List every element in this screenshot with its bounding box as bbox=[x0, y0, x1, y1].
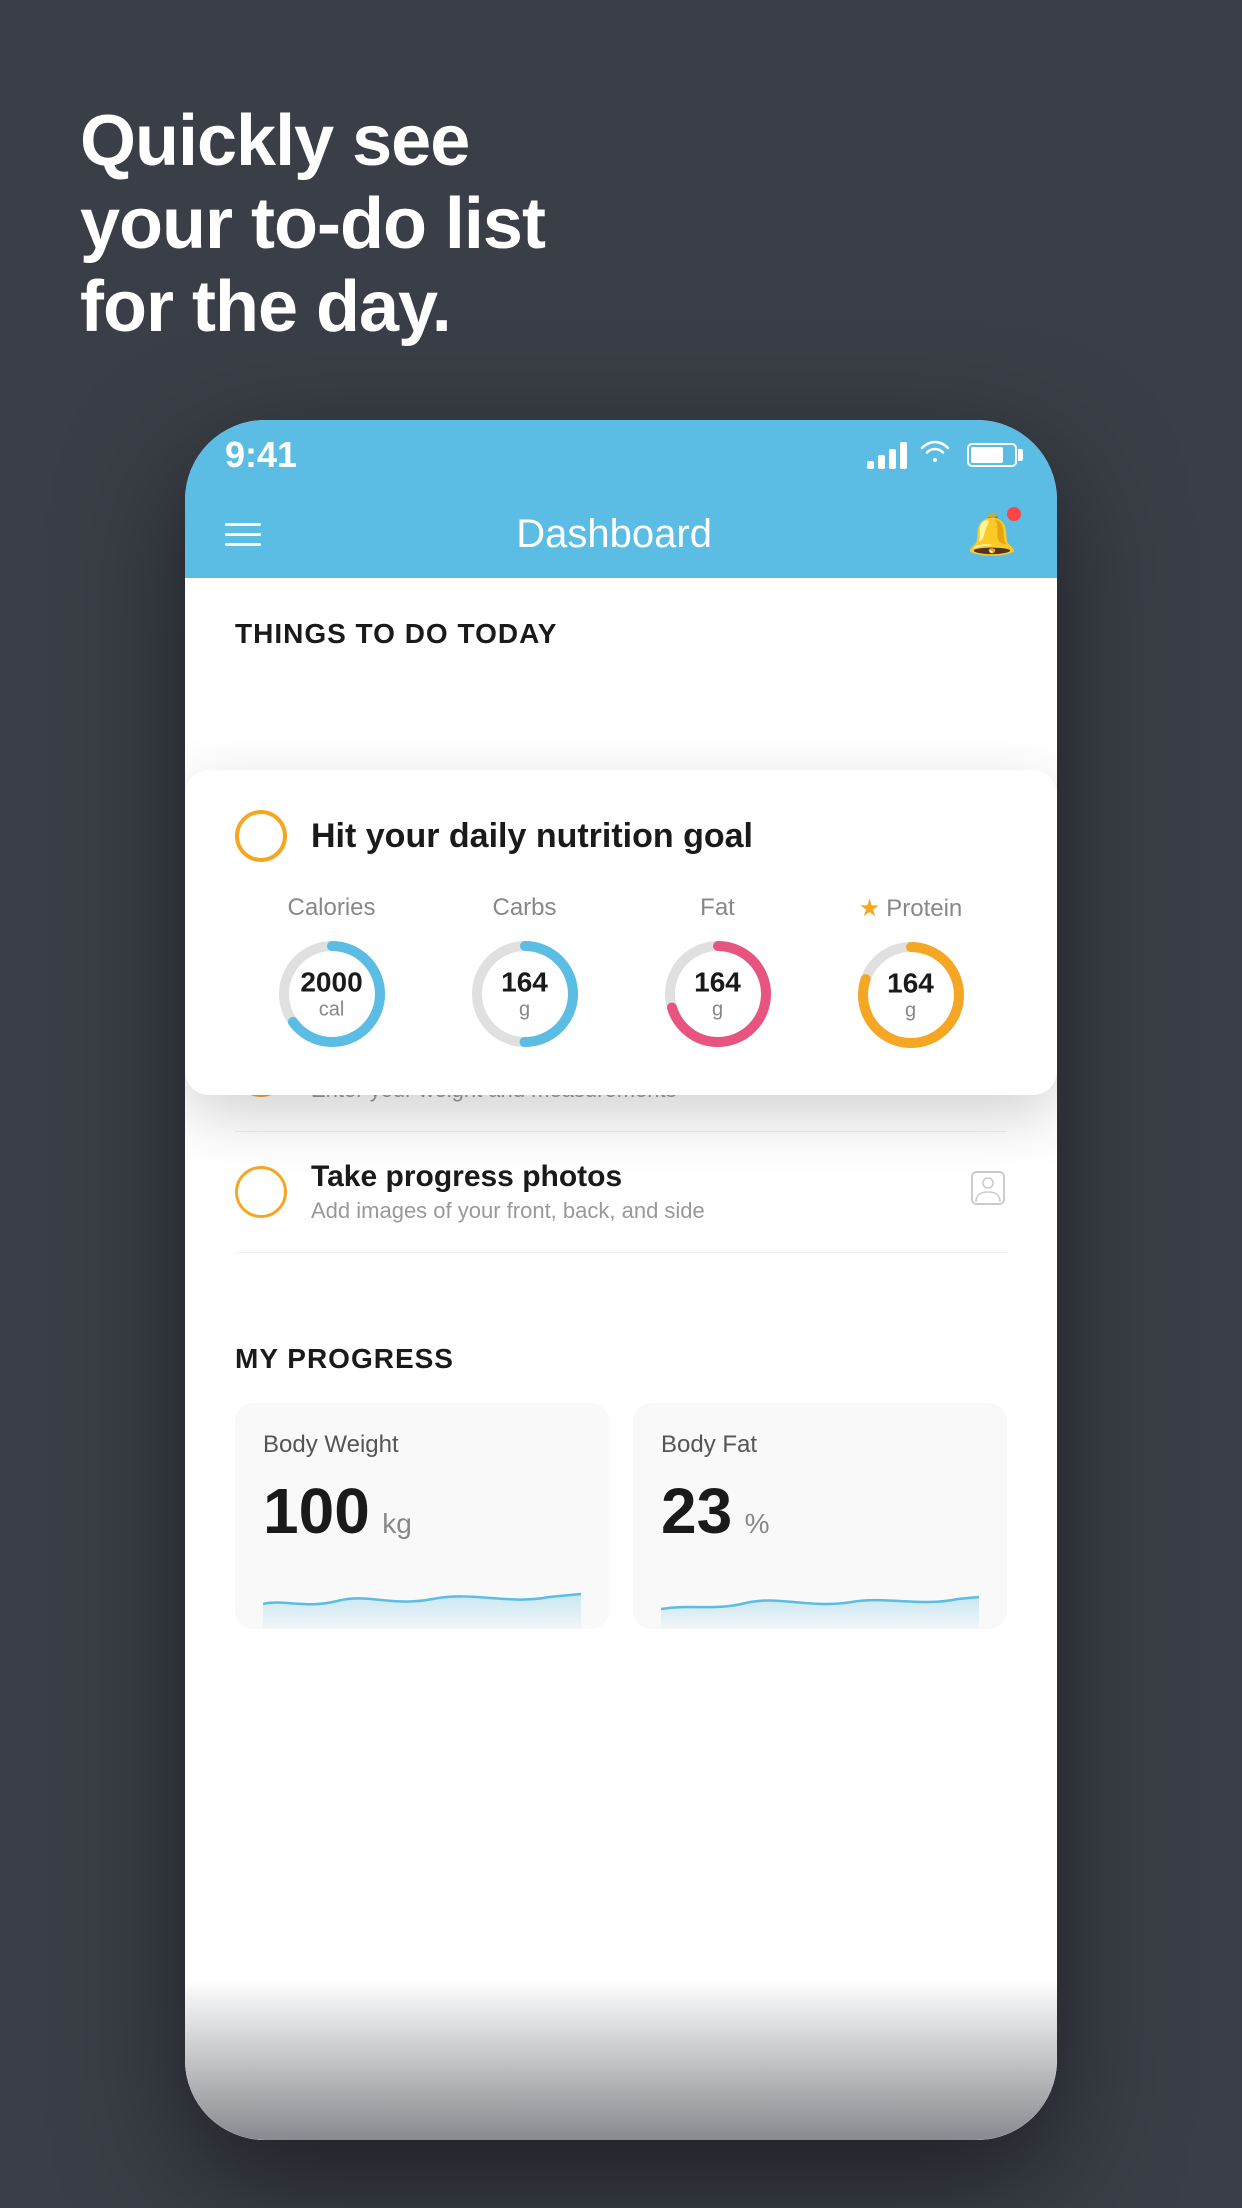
status-bar: 9:41 bbox=[185, 420, 1057, 490]
body-fat-value-row: 23 % bbox=[661, 1479, 979, 1543]
progress-card-weight[interactable]: Body Weight 100 kg bbox=[235, 1403, 609, 1629]
task-title-photos: Take progress photos bbox=[311, 1160, 953, 1194]
protein-label: ★ Protein bbox=[859, 894, 963, 923]
nutrition-metrics: Calories 2000 cal bbox=[235, 894, 1007, 1055]
fat-unit: g bbox=[694, 998, 741, 1020]
protein-value: 164 bbox=[887, 969, 934, 1000]
progress-card-fat[interactable]: Body Fat 23 % bbox=[633, 1403, 1007, 1629]
phone-bottom-shadow bbox=[185, 1980, 1057, 2140]
battery-icon bbox=[967, 443, 1017, 467]
phone-mockup: 9:41 Da bbox=[185, 420, 1057, 2140]
task-circle-photos bbox=[235, 1166, 287, 1218]
protein-star-icon: ★ bbox=[859, 894, 881, 923]
calories-donut: 2000 cal bbox=[272, 934, 392, 1054]
task-item-photos[interactable]: Take progress photos Add images of your … bbox=[235, 1132, 1007, 1253]
protein-unit: g bbox=[887, 999, 934, 1021]
nav-bar: Dashboard 🔔 bbox=[185, 490, 1057, 578]
nutrition-card-header: Hit your daily nutrition goal bbox=[235, 810, 1007, 862]
progress-section: MY PROGRESS Body Weight 100 kg bbox=[185, 1293, 1057, 1629]
signal-bars-icon bbox=[867, 441, 907, 469]
task-subtitle-photos: Add images of your front, back, and side bbox=[311, 1198, 953, 1224]
status-time: 9:41 bbox=[225, 434, 297, 476]
nutrition-card: Hit your daily nutrition goal Calories bbox=[185, 770, 1057, 1095]
hero-line1: Quickly see bbox=[80, 100, 545, 183]
carbs-label: Carbs bbox=[492, 894, 556, 922]
wifi-icon bbox=[919, 439, 951, 471]
hamburger-menu[interactable] bbox=[225, 523, 261, 546]
nutrition-card-title: Hit your daily nutrition goal bbox=[311, 817, 753, 856]
things-to-do-header: THINGS TO DO TODAY bbox=[185, 578, 1057, 670]
metric-fat: Fat 164 g bbox=[658, 894, 778, 1054]
progress-section-title: MY PROGRESS bbox=[235, 1343, 1007, 1375]
calories-unit: cal bbox=[300, 998, 362, 1020]
notification-bell-icon[interactable]: 🔔 bbox=[967, 511, 1017, 558]
status-icons bbox=[867, 439, 1017, 471]
fat-value: 164 bbox=[694, 968, 741, 999]
carbs-unit: g bbox=[501, 998, 548, 1020]
body-fat-unit: % bbox=[745, 1508, 770, 1539]
fat-label: Fat bbox=[700, 894, 735, 922]
hero-line3: for the day. bbox=[80, 266, 545, 349]
body-weight-unit: kg bbox=[382, 1508, 412, 1539]
body-fat-title: Body Fat bbox=[661, 1431, 979, 1459]
body-weight-value-row: 100 kg bbox=[263, 1479, 581, 1543]
calories-value: 2000 bbox=[300, 968, 362, 999]
metric-protein: ★ Protein 164 g bbox=[851, 894, 971, 1055]
nav-title: Dashboard bbox=[516, 512, 712, 557]
hero-text: Quickly see your to-do list for the day. bbox=[80, 100, 545, 348]
notification-dot bbox=[1007, 507, 1021, 521]
calories-label: Calories bbox=[287, 894, 375, 922]
carbs-value: 164 bbox=[501, 968, 548, 999]
fat-donut: 164 g bbox=[658, 934, 778, 1054]
nutrition-circle-check[interactable] bbox=[235, 810, 287, 862]
person-photo-icon bbox=[969, 1169, 1007, 1216]
body-weight-value: 100 bbox=[263, 1475, 370, 1547]
hero-line2: your to-do list bbox=[80, 183, 545, 266]
body-fat-value: 23 bbox=[661, 1475, 732, 1547]
body-weight-title: Body Weight bbox=[263, 1431, 581, 1459]
protein-donut: 164 g bbox=[851, 935, 971, 1055]
progress-cards: Body Weight 100 kg bbox=[235, 1403, 1007, 1629]
body-fat-chart bbox=[661, 1559, 979, 1629]
phone-content: THINGS TO DO TODAY Hit your daily nutrit… bbox=[185, 578, 1057, 2140]
metric-calories: Calories 2000 cal bbox=[272, 894, 392, 1054]
carbs-donut: 164 g bbox=[465, 934, 585, 1054]
task-text-photos: Take progress photos Add images of your … bbox=[311, 1160, 953, 1224]
metric-carbs: Carbs 164 g bbox=[465, 894, 585, 1054]
body-weight-chart bbox=[263, 1559, 581, 1629]
